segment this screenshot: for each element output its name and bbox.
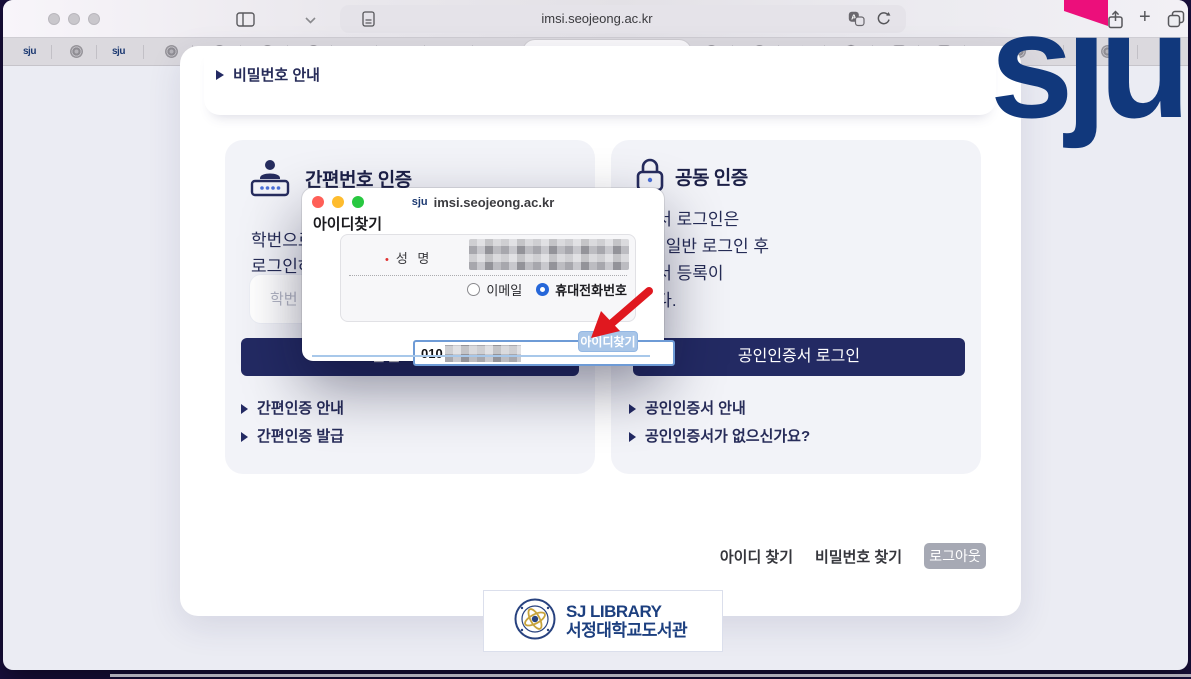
triangle-bullet-icon: [216, 70, 224, 80]
cert-auth-links: 공인인증서 안내 공인인증서가 없으신가요?: [629, 395, 810, 451]
translate-icon[interactable]: A: [848, 11, 865, 27]
tab-overview-icon[interactable]: [1167, 10, 1185, 28]
simple-auth-guide-link[interactable]: 간편인증 안내: [241, 395, 344, 423]
phone-prefix: 010: [421, 346, 443, 361]
contact-method-radios: 이메일 휴대전화번호: [467, 280, 627, 299]
tab-gear-2[interactable]: [165, 45, 178, 58]
library-logo-box: SJ LIBRARY 서정대학교도서관: [483, 590, 723, 652]
popup-heading: 아이디찾기: [313, 213, 382, 234]
popup-bottom-line: [312, 355, 650, 357]
cert-auth-card: 공동 인증 인증서 로그인은 한 번 일반 로그인 후 인증서 등록이 됩니다.…: [611, 140, 981, 474]
chevron-down-icon[interactable]: [305, 17, 316, 24]
sju-favicon: sju: [412, 196, 428, 208]
email-radio-label[interactable]: 이메일: [486, 280, 522, 299]
zoom-window-icon[interactable]: [88, 13, 100, 25]
name-value-blurred: [469, 239, 629, 270]
find-id-submit-button[interactable]: 아이디찾기: [578, 331, 638, 352]
find-id-link[interactable]: 아이디 찾기: [720, 546, 793, 567]
page-content: 비밀번호 안내 간편번호 인증: [3, 66, 1188, 670]
name-label: •성 명: [385, 248, 432, 267]
required-mark: •: [385, 254, 392, 266]
keypad-person-icon: [249, 158, 291, 198]
url-text: imsi.seojeong.ac.kr: [340, 5, 854, 33]
cert-missing-link[interactable]: 공인인증서가 없으신가요?: [629, 423, 810, 451]
divider: [349, 275, 627, 276]
sidebar-icon[interactable]: [236, 12, 255, 27]
cert-auth-title: 공동 인증: [675, 163, 748, 190]
simple-auth-issue-link[interactable]: 간편인증 발급: [241, 423, 344, 451]
cert-guide-link[interactable]: 공인인증서 안내: [629, 395, 810, 423]
phone-number-blurred: [445, 345, 521, 362]
cert-login-button[interactable]: 공인인증서 로그인: [633, 338, 965, 376]
address-bar[interactable]: imsi.seojeong.ac.kr A: [340, 5, 906, 33]
password-info-link[interactable]: 비밀번호 안내: [216, 64, 320, 85]
find-password-link[interactable]: 비밀번호 찾기: [815, 546, 902, 567]
reload-icon[interactable]: [876, 11, 891, 27]
simple-auth-links: 간편인증 안내 간편인증 발급: [241, 395, 344, 451]
popup-title-text: imsi.seojeong.ac.kr: [434, 195, 555, 210]
phone-radio[interactable]: [536, 283, 549, 296]
popup-title: sju imsi.seojeong.ac.kr: [302, 192, 664, 212]
logout-button[interactable]: 로그아웃: [924, 543, 986, 569]
minimize-window-icon[interactable]: [68, 13, 80, 25]
tab-gear-1[interactable]: [70, 45, 83, 58]
find-id-form: •성 명 이메일 휴대전화번호 010: [340, 234, 636, 322]
tab-gear-9[interactable]: [1101, 45, 1114, 58]
background-strip: [110, 674, 1191, 677]
window-traffic-lights[interactable]: [48, 13, 100, 25]
library-name: SJ LIBRARY 서정대학교도서관: [566, 602, 687, 640]
share-icon[interactable]: [1107, 10, 1124, 29]
account-actions-row: 아이디 찾기 비밀번호 찾기 로그아웃: [720, 543, 986, 569]
university-seal-icon: [514, 598, 556, 645]
phone-radio-label[interactable]: 휴대전화번호: [555, 280, 627, 299]
password-info-section: 비밀번호 안내: [204, 46, 996, 115]
new-tab-icon[interactable]: +: [1139, 6, 1151, 29]
browser-toolbar: imsi.seojeong.ac.kr A +: [3, 0, 1188, 38]
find-id-popup: sju imsi.seojeong.ac.kr 아이디찾기 •성 명 이메일 휴…: [302, 188, 664, 361]
tab-sju-2[interactable]: sju: [112, 46, 125, 57]
tab-sju-1[interactable]: sju: [23, 46, 36, 57]
email-radio[interactable]: [467, 283, 480, 296]
password-info-label: 비밀번호 안내: [233, 64, 320, 85]
close-window-icon[interactable]: [48, 13, 60, 25]
